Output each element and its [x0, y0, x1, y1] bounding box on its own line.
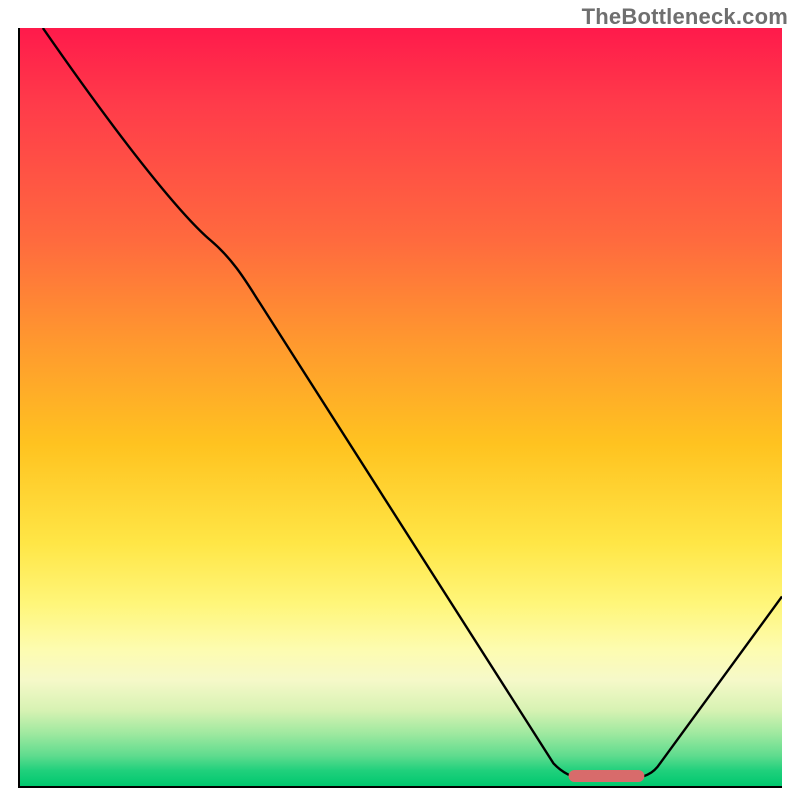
curve-path — [43, 28, 782, 778]
watermark-text: TheBottleneck.com — [582, 4, 788, 30]
chart-container: TheBottleneck.com — [0, 0, 800, 800]
optimal-marker — [569, 770, 645, 782]
plot-frame — [18, 28, 782, 788]
plot-area — [20, 28, 782, 786]
line-series — [20, 28, 782, 786]
